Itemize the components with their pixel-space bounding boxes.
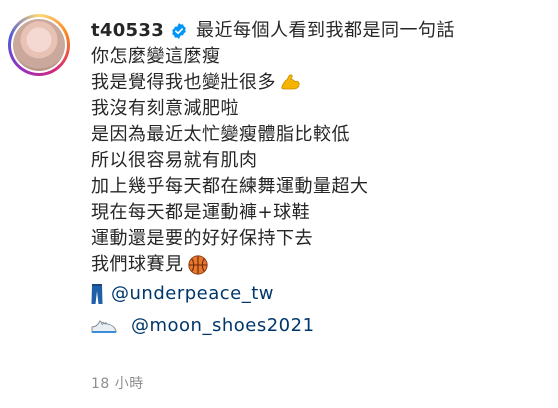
flexed-biceps-icon: [281, 74, 300, 90]
caption-line-8: 現在每天都是運動褲+球鞋: [91, 200, 552, 226]
mention-line-pants: @underpeace_tw: [91, 281, 552, 307]
caption-text: 加上幾乎每天都在練舞運動量超大: [91, 176, 369, 197]
running-shoe-icon: [91, 320, 117, 333]
story-ring[interactable]: [8, 14, 70, 76]
caption-line-4: 我沒有刻意減肥啦: [91, 96, 552, 122]
caption-line-10: 我們球賽見: [91, 252, 552, 278]
jeans-icon: [91, 284, 103, 304]
basketball-icon: [187, 255, 208, 275]
caption-line-5: 是因為最近太忙變瘦體脂比較低: [91, 122, 552, 148]
caption-line-2: 你怎麼變這麼瘦: [91, 44, 552, 70]
caption-text: 我是覺得我也變壯很多: [91, 72, 276, 93]
caption-text: 你怎麼變這麼瘦: [91, 46, 221, 67]
caption-line-7: 加上幾乎每天都在練舞運動量超大: [91, 174, 552, 200]
caption-block: t40533 最近每個人看到我都是同一句話 你怎麼變這麼瘦 我是覺得我也變壯很多…: [91, 18, 552, 339]
post-timestamp[interactable]: 18 小時: [91, 373, 144, 393]
mention-moon-shoes[interactable]: @moon_shoes2021: [131, 313, 315, 339]
caption-text: 我沒有刻意減肥啦: [91, 98, 239, 119]
caption-text: 最近每個人看到我都是同一句話: [196, 20, 456, 41]
avatar[interactable]: [11, 17, 67, 73]
username-link[interactable]: t40533: [91, 18, 164, 44]
caption-line-9: 運動還是要的好好保持下去: [91, 226, 552, 252]
caption-text: 我們球賽見: [91, 254, 184, 275]
mention-underpeace[interactable]: @underpeace_tw: [111, 281, 274, 307]
caption-line-1: t40533 最近每個人看到我都是同一句話: [91, 18, 552, 44]
verified-badge-icon: [172, 23, 186, 39]
caption-text: 運動還是要的好好保持下去: [91, 228, 313, 249]
instagram-post-caption: t40533 最近每個人看到我都是同一句話 你怎麼變這麼瘦 我是覺得我也變壯很多…: [0, 0, 558, 408]
caption-text: 所以很容易就有肌肉: [91, 150, 258, 171]
mention-line-shoe: @moon_shoes2021: [91, 313, 552, 339]
caption-line-3: 我是覺得我也變壯很多: [91, 70, 552, 96]
caption-line-6: 所以很容易就有肌肉: [91, 148, 552, 174]
avatar-image: [13, 19, 65, 71]
caption-text: 現在每天都是運動褲+球鞋: [91, 202, 311, 223]
caption-text: 是因為最近太忙變瘦體脂比較低: [91, 124, 350, 145]
